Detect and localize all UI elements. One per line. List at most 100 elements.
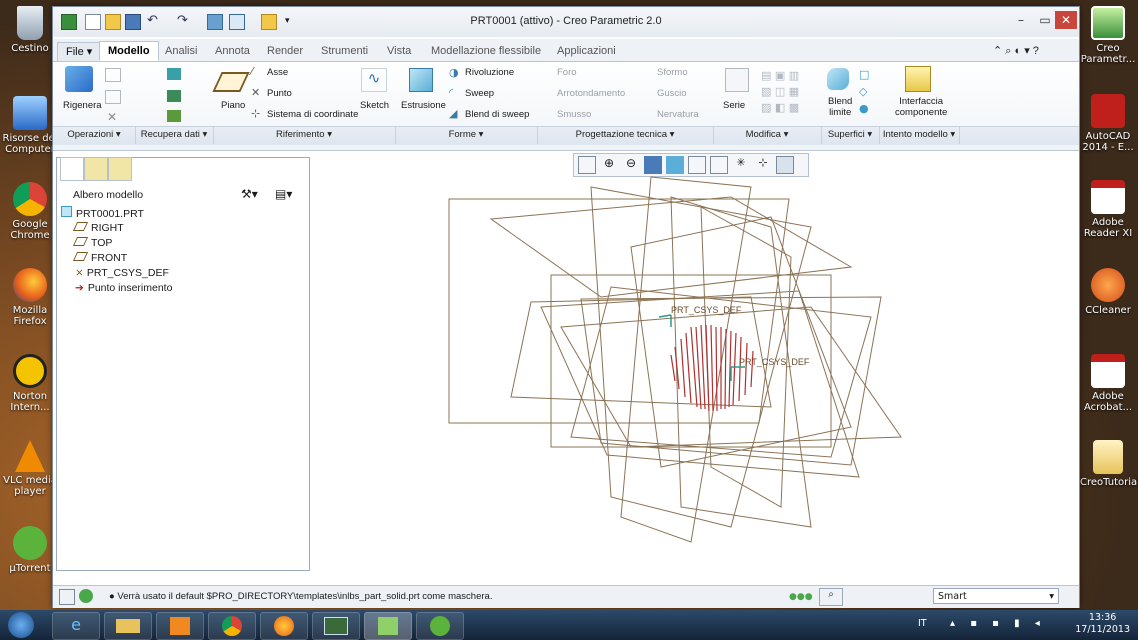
group-intento-modello[interactable]: Intento modello ▾ bbox=[879, 126, 960, 144]
plane-icon[interactable] bbox=[212, 72, 250, 92]
desktop-icon-adobe-reader[interactable]: Adobe Reader XI bbox=[1080, 180, 1136, 239]
tab-modellazione-flessibile[interactable]: Modellazione flessibile bbox=[423, 42, 549, 60]
data-icon-3[interactable] bbox=[167, 110, 181, 122]
tree-item-csys[interactable]: ⨯ PRT_CSYS_DEF bbox=[75, 266, 169, 281]
boundary-blend-icon[interactable] bbox=[827, 68, 849, 90]
tab-model-tree[interactable] bbox=[60, 157, 84, 181]
sistema-coordinate-button[interactable]: Sistema di coordinate bbox=[267, 109, 358, 120]
desktop-icon-cestino[interactable]: Cestino bbox=[2, 6, 58, 54]
desktop-icon-ccleaner[interactable]: CCleaner bbox=[1080, 268, 1136, 316]
taskbar-media[interactable] bbox=[156, 612, 204, 640]
desktop-icon-firefox[interactable]: Mozilla Firefox bbox=[2, 268, 58, 327]
smusso-button[interactable]: Smusso bbox=[557, 109, 591, 120]
sformo-button[interactable]: Sformo bbox=[657, 67, 688, 78]
tree-item-label: Punto inserimento bbox=[87, 282, 173, 294]
rivoluzione-button[interactable]: Rivoluzione bbox=[465, 67, 514, 78]
asse-button[interactable]: Asse bbox=[267, 67, 288, 78]
taskbar-firefox[interactable] bbox=[260, 612, 308, 640]
group-superfici[interactable]: Superfici ▾ bbox=[821, 126, 880, 144]
tree-item-right[interactable]: RIGHT bbox=[72, 221, 124, 236]
find-icon[interactable]: ⌕ bbox=[819, 588, 843, 606]
tab-annota[interactable]: Annota bbox=[207, 42, 258, 60]
rigenera-button[interactable]: Rigenera bbox=[63, 100, 102, 111]
desktop-icon-norton[interactable]: Norton Intern... bbox=[2, 354, 58, 413]
desktop-icon-acrobat[interactable]: Adobe Acrobat... bbox=[1080, 354, 1136, 413]
delete-icon[interactable]: ✕ bbox=[107, 110, 117, 124]
surface-icons[interactable]: □ ◇ ● bbox=[859, 66, 873, 118]
pattern-icon[interactable] bbox=[725, 68, 749, 92]
tab-render[interactable]: Render bbox=[259, 42, 311, 60]
taskbar-chrome[interactable] bbox=[208, 612, 256, 640]
taskbar-monitor[interactable] bbox=[312, 612, 360, 640]
sketch-button[interactable]: Sketch bbox=[360, 100, 389, 111]
interfaccia-componente-button[interactable]: Interfaccia componente bbox=[895, 96, 947, 118]
estrusione-button[interactable]: Estrusione bbox=[401, 100, 446, 111]
tab-modello[interactable]: Modello bbox=[99, 41, 159, 61]
blend-limite-button[interactable]: Blend limite bbox=[828, 96, 852, 118]
tab-applicazioni[interactable]: Applicazioni bbox=[549, 42, 624, 60]
group-forme[interactable]: Forme ▾ bbox=[395, 126, 538, 144]
paste-icon[interactable] bbox=[105, 90, 121, 104]
taskbar-explorer[interactable] bbox=[104, 612, 152, 640]
datum-plane[interactable] bbox=[620, 176, 752, 543]
tray-icons[interactable]: ▴ ▪ ▪ ▮ ◂ bbox=[950, 618, 1046, 629]
group-progettazione-tecnica[interactable]: Progettazione tecnica ▾ bbox=[537, 126, 714, 144]
tree-item-front[interactable]: FRONT bbox=[72, 251, 127, 266]
desktop-icon-chrome[interactable]: Google Chrome bbox=[2, 182, 58, 241]
desktop-icon-label: Norton Intern... bbox=[10, 391, 50, 413]
graphics-area[interactable]: PRT_CSYS_DEF PRT_CSYS_DEF bbox=[311, 147, 1075, 571]
group-riferimento[interactable]: Riferimento ▾ bbox=[213, 126, 396, 144]
taskbar-creo[interactable] bbox=[364, 612, 412, 640]
data-icon-1[interactable] bbox=[167, 68, 181, 80]
desktop-icon-risorse[interactable]: Risorse del Computer bbox=[2, 96, 58, 155]
help-icons[interactable]: ⌃ ⌕ ◐ ▾ ? bbox=[985, 42, 1047, 60]
tree-settings-icon[interactable]: ⚒▾ bbox=[241, 187, 258, 201]
serie-button[interactable]: Serie bbox=[723, 100, 745, 111]
component-interface-icon[interactable] bbox=[905, 66, 931, 92]
maximize-button[interactable]: ▭ bbox=[1033, 11, 1057, 29]
modify-icons[interactable]: ▤ ▣ ▥ ▧ ◫ ▦ ▨ ◧ ▩ bbox=[761, 68, 817, 118]
minimize-button[interactable]: – bbox=[1009, 11, 1033, 29]
taskbar-utorrent[interactable] bbox=[416, 612, 464, 640]
tab-favorites[interactable] bbox=[108, 157, 132, 181]
foro-button[interactable]: Foro bbox=[557, 67, 577, 78]
desktop-icon-autocad[interactable]: AutoCAD 2014 - E... bbox=[1080, 94, 1136, 153]
selection-filter-dropdown[interactable]: Smart ▾ bbox=[933, 588, 1059, 604]
data-icon-2[interactable] bbox=[167, 90, 181, 102]
clock[interactable]: 13:36 17/11/2013 bbox=[1075, 612, 1130, 636]
arrotondamento-button[interactable]: Arrotondamento bbox=[557, 88, 625, 99]
desktop-icon-creotutorial[interactable]: CreoTutorial bbox=[1080, 440, 1138, 488]
tree-item-top[interactable]: TOP bbox=[72, 236, 112, 251]
tab-folder-browser[interactable] bbox=[84, 157, 108, 181]
nervatura-button[interactable]: Nervatura bbox=[657, 109, 699, 120]
taskbar-ie[interactable]: e bbox=[52, 612, 100, 640]
tab-analisi[interactable]: Analisi bbox=[157, 42, 205, 60]
tab-strumenti[interactable]: Strumenti bbox=[313, 42, 376, 60]
sketch-icon[interactable]: ∿ bbox=[361, 68, 387, 92]
tree-item-insert-point[interactable]: ➔ Punto inserimento bbox=[75, 281, 172, 296]
sweep-button[interactable]: Sweep bbox=[465, 88, 494, 99]
group-recupera-dati[interactable]: Recupera dati ▾ bbox=[135, 126, 214, 144]
tab-vista[interactable]: Vista bbox=[379, 42, 419, 60]
clock-time: 13:36 bbox=[1088, 612, 1117, 623]
group-operazioni[interactable]: Operazioni ▾ bbox=[53, 126, 136, 144]
copy-icon[interactable] bbox=[105, 68, 121, 82]
guscio-button[interactable]: Guscio bbox=[657, 88, 687, 99]
group-modifica[interactable]: Modifica ▾ bbox=[713, 126, 822, 144]
piano-button[interactable]: Piano bbox=[221, 100, 245, 111]
language-indicator[interactable]: IT bbox=[918, 618, 927, 629]
tab-file[interactable]: File ▾ bbox=[57, 42, 102, 62]
tree-item-part[interactable]: PRT0001.PRT bbox=[61, 206, 144, 221]
extrude-icon[interactable] bbox=[409, 68, 433, 92]
status-icon-1[interactable] bbox=[59, 589, 75, 605]
desktop-icon-utorrent[interactable]: µTorrent bbox=[2, 526, 58, 574]
tree-filter-icon[interactable]: ▤▾ bbox=[275, 187, 292, 201]
desktop-icon-creo[interactable]: Creo Parametr... bbox=[1080, 6, 1136, 65]
desktop-icon-vlc[interactable]: VLC media player bbox=[2, 440, 58, 497]
start-button[interactable] bbox=[8, 612, 34, 638]
regenerate-icon[interactable] bbox=[65, 66, 93, 92]
punto-button[interactable]: Punto bbox=[267, 88, 292, 99]
status-icon-2[interactable] bbox=[79, 589, 93, 603]
close-button[interactable]: ✕ bbox=[1055, 11, 1077, 29]
blend-di-sweep-button[interactable]: Blend di sweep bbox=[465, 109, 529, 120]
